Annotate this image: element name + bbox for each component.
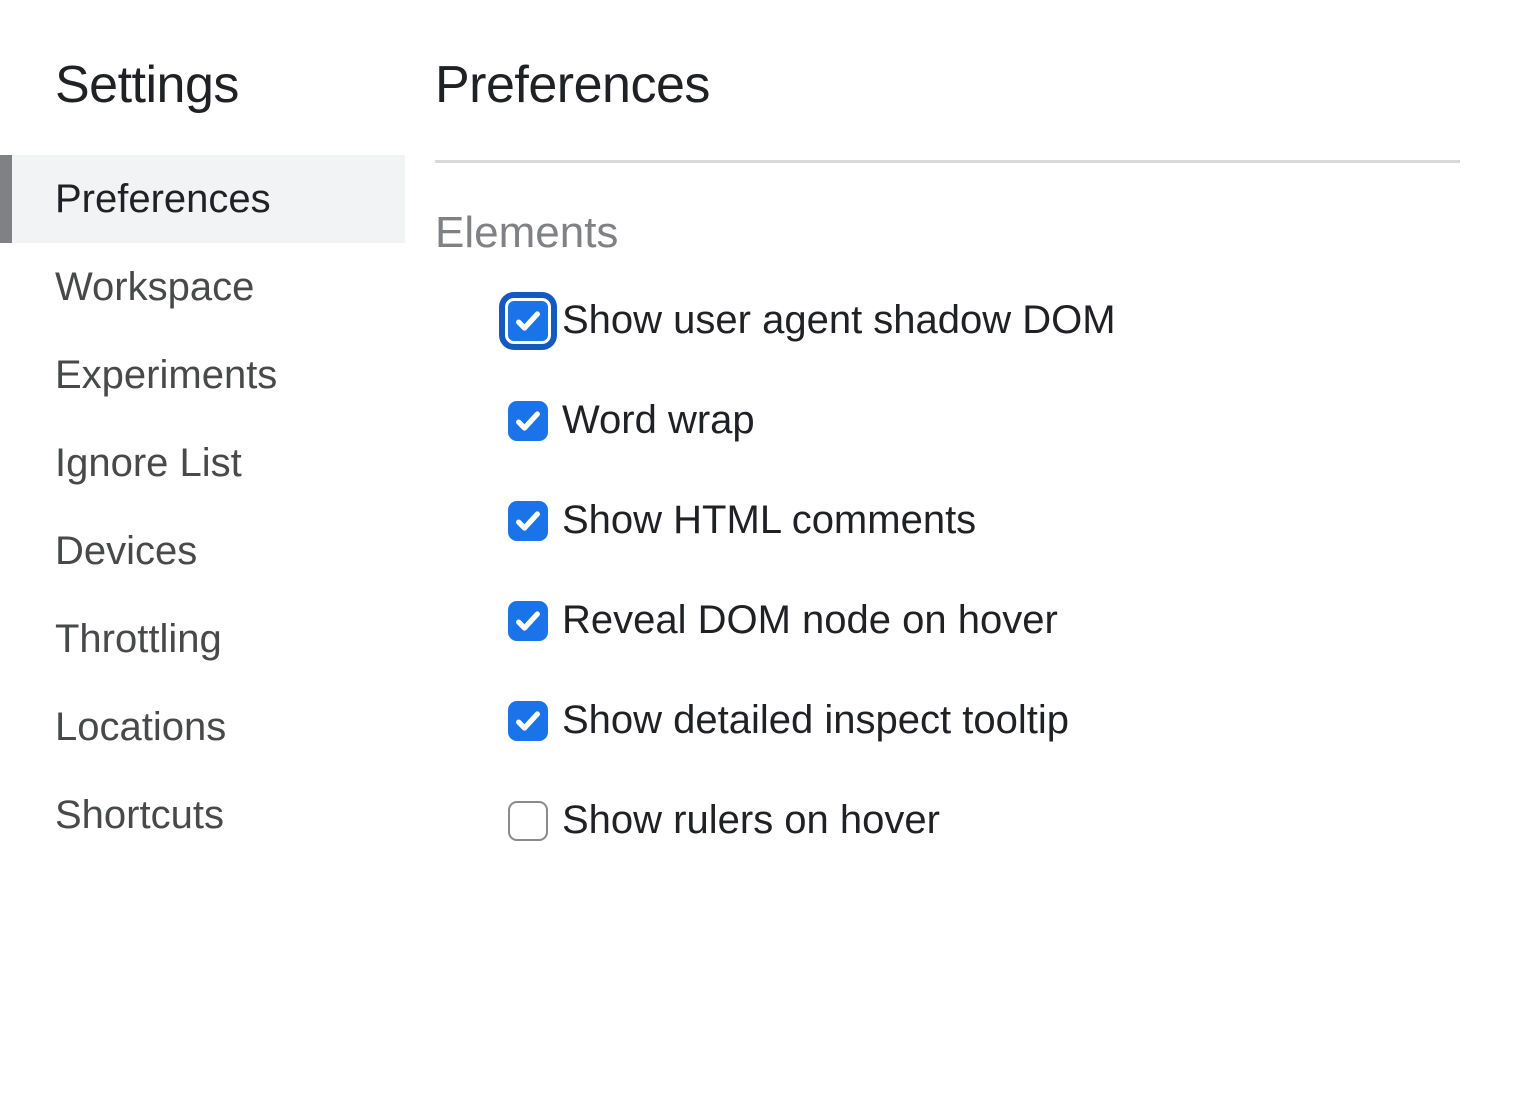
option-row[interactable]: Show user agent shadow DOM [508,298,1460,343]
elements-section-title: Elements [435,208,1460,258]
sidebar-item-ignore-list[interactable]: Ignore List [0,419,405,507]
option-row[interactable]: Reveal DOM node on hover [508,598,1460,643]
sidebar-item-workspace[interactable]: Workspace [0,243,405,331]
sidebar-item-label: Experiments [55,353,277,397]
checkbox[interactable] [508,601,548,641]
sidebar-item-label: Devices [55,529,197,573]
sidebar-item-label: Throttling [55,617,222,661]
sidebar-item-locations[interactable]: Locations [0,683,405,771]
sidebar-nav: Preferences Workspace Experiments Ignore Li… [0,155,405,859]
option-row[interactable]: Word wrap [508,398,1460,443]
sidebar-item-preferences[interactable]: Preferences [0,155,405,243]
option-row[interactable]: Show HTML comments [508,498,1460,543]
sidebar-item-shortcuts[interactable]: Shortcuts [0,771,405,859]
sidebar-item-throttling[interactable]: Throttling [0,595,405,683]
sidebar-item-experiments[interactable]: Experiments [0,331,405,419]
option-label: Reveal DOM node on hover [562,598,1058,643]
checkbox[interactable] [508,501,548,541]
option-label: Show user agent shadow DOM [562,298,1116,343]
sidebar-item-label: Locations [55,705,226,749]
option-label: Show rulers on hover [562,798,940,843]
checkbox[interactable] [508,301,548,341]
preferences-title: Preferences [435,55,1460,163]
settings-title: Settings [0,55,405,155]
sidebar-item-label: Ignore List [55,441,242,485]
elements-options: Show user agent shadow DOM Word wrap Show … [435,298,1460,843]
checkbox[interactable] [508,801,548,841]
settings-sidebar: Settings Preferences Workspace Experiments… [0,0,405,1110]
option-label: Word wrap [562,398,755,443]
checkbox[interactable] [508,701,548,741]
sidebar-item-label: Shortcuts [55,793,224,837]
preferences-panel: Preferences Elements Show user agent sha… [405,0,1520,1110]
option-label: Show detailed inspect tooltip [562,698,1069,743]
sidebar-item-label: Preferences [55,177,271,221]
option-row[interactable]: Show detailed inspect tooltip [508,698,1460,743]
sidebar-item-label: Workspace [55,265,254,309]
sidebar-item-devices[interactable]: Devices [0,507,405,595]
checkbox[interactable] [508,401,548,441]
option-row[interactable]: Show rulers on hover [508,798,1460,843]
option-label: Show HTML comments [562,498,976,543]
